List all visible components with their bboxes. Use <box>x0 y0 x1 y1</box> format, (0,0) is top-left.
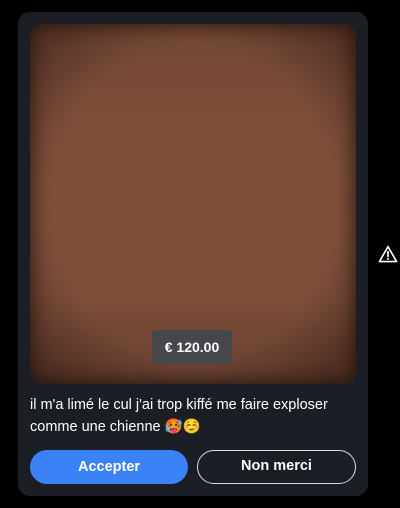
offer-card: € 120.00 il m'a limé le cul j'ai trop ki… <box>18 12 368 496</box>
app-screen: € 120.00 il m'a limé le cul j'ai trop ki… <box>0 0 400 508</box>
price-badge: € 120.00 <box>152 330 232 364</box>
decline-button[interactable]: Non merci <box>197 450 356 484</box>
accept-button[interactable]: Accepter <box>30 450 188 484</box>
warning-icon[interactable] <box>378 245 398 263</box>
blurred-media-preview[interactable]: € 120.00 <box>30 24 356 384</box>
offer-message: il m'a limé le cul j'ai trop kiffé me fa… <box>30 397 328 435</box>
